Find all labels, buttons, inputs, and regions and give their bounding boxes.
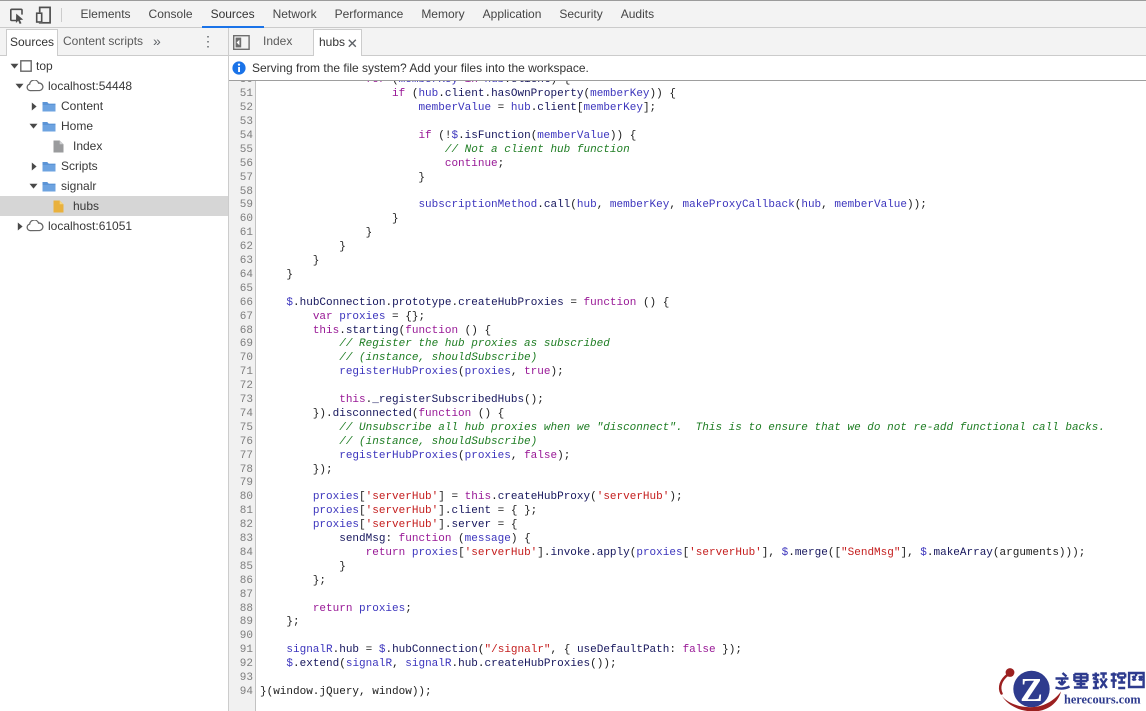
svg-text:herecours.com: herecours.com — [1064, 693, 1141, 707]
svg-text:Z: Z — [1020, 672, 1043, 709]
